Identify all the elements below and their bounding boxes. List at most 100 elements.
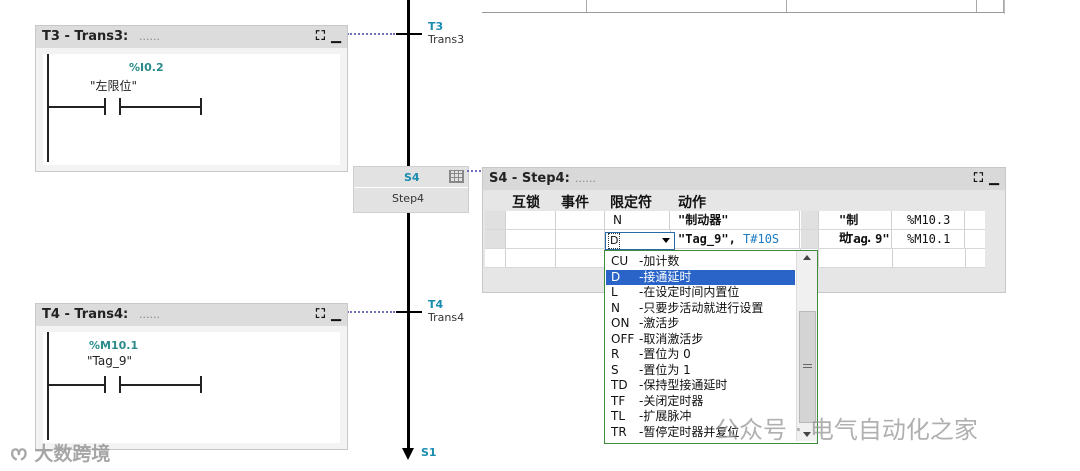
panel-title: S4 - Step4: [489, 171, 570, 186]
watermark-logo: ᰔ 大数跨境 [10, 443, 111, 465]
wire [120, 106, 202, 108]
tag-cell: "制动... [819, 211, 892, 245]
dropdown-option[interactable]: N -只要步活动就进行设置 [606, 301, 795, 316]
option-description: -置位为 1 [639, 362, 691, 377]
wire [120, 384, 202, 386]
option-code: TF [611, 393, 626, 408]
step-number: S4 [404, 171, 420, 184]
dropdown-option[interactable]: OFF -取消激活步 [606, 332, 795, 347]
transition-tick [396, 33, 422, 35]
connector-line [347, 311, 395, 313]
ladder-network[interactable]: %I0.2 "左限位" [43, 54, 340, 165]
transition-panel-t3[interactable]: T3 - Trans3: ...... ⛶ ▁ %I0.2 "左限位" [35, 25, 348, 172]
table-row[interactable]: "Tag_9", T#10S "Tag 9" %M10.1 [485, 230, 985, 249]
qualifier-cell[interactable]: N [605, 211, 670, 229]
option-description: -加计数 [639, 254, 680, 268]
option-code: S [611, 362, 619, 377]
logo-icon: ᰔ [10, 443, 28, 465]
transition-panel-t4[interactable]: T4 - Trans4: ...... ⛶ ▁ %M10.1 "Tag_9" [35, 303, 348, 450]
step-s4-box[interactable]: S4 Step4 [353, 166, 469, 213]
wire-end [200, 376, 202, 393]
table-cell [586, 0, 787, 13]
transition-tick [396, 311, 422, 313]
power-rail [47, 54, 49, 162]
sequence-flow-line [407, 0, 410, 452]
option-description: -关闭定时器 [639, 393, 704, 408]
dropdown-option[interactable]: TF -关闭定时器 [606, 394, 795, 409]
option-code: ON [611, 316, 630, 330]
action-cell[interactable]: "Tag_9", T#10S [671, 230, 800, 248]
comment-placeholder[interactable]: ...... [139, 30, 160, 43]
scroll-up-icon[interactable] [803, 255, 811, 260]
expand-icon[interactable]: ⛶ [316, 307, 325, 322]
wire [49, 384, 105, 386]
comment-placeholder[interactable]: ...... [575, 172, 596, 185]
panel-header: T4 - Trans4: ...... ⛶ ▁ [36, 304, 347, 326]
wire-end [200, 98, 202, 115]
watermark: 公众号 · 电气自动化之家 [715, 416, 978, 444]
panel-header: T3 - Trans3: ...... ⛶ ▁ [36, 26, 347, 48]
dropdown-option[interactable]: S -置位为 1 [606, 363, 795, 378]
option-description: -接通延时 [639, 269, 692, 284]
connector-line [347, 33, 395, 35]
minimize-icon[interactable]: ▁ [331, 307, 341, 322]
panel-title: T4 - Trans4: [42, 307, 129, 322]
table-row[interactable]: N "制动器" "制动... %M10.3 [485, 211, 985, 245]
table-cell [976, 0, 1004, 13]
contact-left-bar [104, 376, 106, 393]
column-action: 动作 [678, 195, 706, 211]
expand-icon[interactable]: ⛶ [316, 29, 325, 44]
table-cell [786, 0, 977, 13]
expand-icon[interactable]: ⛶ [974, 171, 983, 186]
power-rail [47, 332, 49, 440]
grip-icon [803, 362, 812, 368]
action-cell[interactable]: "制动器" [671, 211, 800, 229]
contact-left-bar [104, 98, 106, 115]
option-description: -取消激活步 [639, 331, 704, 346]
panel-title: T3 - Trans3: [42, 29, 129, 44]
panel-header: S4 - Step4: ...... ⛶ ▁ [483, 168, 1005, 190]
operand-tag: "左限位" [90, 79, 138, 93]
option-code: R [611, 347, 620, 361]
dropdown-option[interactable]: D -接通延时 [606, 269, 795, 285]
transition-label-t3: T3 Trans3 [428, 20, 465, 46]
dropdown-option[interactable]: L -在设定时间内置位 [606, 285, 795, 300]
jump-label: S1 [421, 446, 437, 459]
dropdown-option[interactable]: ON -激活步 [606, 316, 795, 331]
chevron-down-icon[interactable] [662, 238, 670, 243]
column-qualifier: 限定符 [610, 195, 652, 211]
address-cell: %M10.3 [893, 211, 965, 229]
minimize-icon[interactable]: ▁ [331, 29, 341, 44]
connector-line [467, 170, 481, 172]
transition-label-t4: T4 Trans4 [428, 298, 465, 324]
option-code: TR [611, 424, 627, 439]
address-cell: %M10.1 [893, 230, 965, 248]
option-description: -置位为 0 [639, 347, 691, 361]
option-code: TD [611, 378, 628, 392]
dropdown-option[interactable]: CU -加计数 [606, 254, 795, 269]
option-description: -保持型接通延时 [639, 378, 728, 392]
qualifier-select[interactable]: D [605, 232, 675, 250]
column-event: 事件 [561, 195, 589, 211]
column-interlock: 互锁 [512, 195, 540, 211]
option-code: L [611, 285, 618, 299]
option-code: OFF [611, 331, 635, 346]
dropdown-option[interactable]: TD -保持型接通延时 [606, 378, 795, 393]
option-description: -只要步活动就进行设置 [639, 300, 764, 315]
minimize-icon[interactable]: ▁ [989, 171, 999, 186]
operand-address: %M10.1 [89, 339, 139, 352]
option-code: TL [611, 409, 626, 423]
qualifier-value: D [608, 233, 621, 249]
operand-tag: "Tag_9" [87, 354, 132, 368]
flow-arrow-icon [402, 448, 414, 460]
ladder-network[interactable]: %M10.1 "Tag_9" [43, 332, 340, 443]
option-description: -扩展脉冲 [639, 409, 692, 423]
comment-placeholder[interactable]: ...... [139, 308, 160, 321]
tag-cell: "Tag 9" [819, 230, 892, 248]
top-action-table-partial [482, 0, 1005, 14]
scrollbar-thumb[interactable] [799, 311, 816, 423]
option-code: D [611, 269, 621, 284]
grid-icon[interactable] [449, 170, 464, 183]
step-name: Step4 [392, 192, 425, 205]
dropdown-option[interactable]: R -置位为 0 [606, 347, 795, 362]
